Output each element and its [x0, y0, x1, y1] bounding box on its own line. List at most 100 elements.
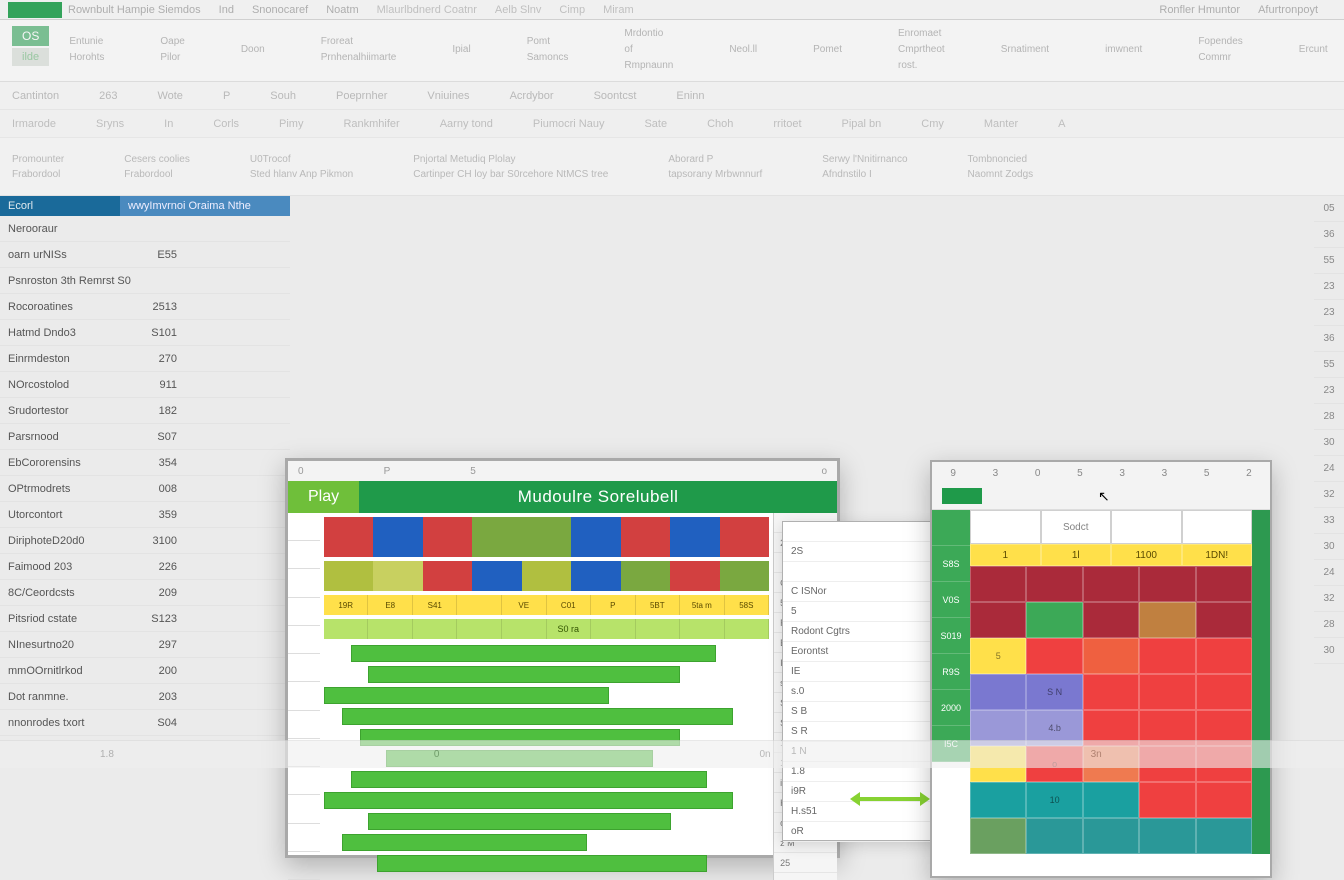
- context-group[interactable]: U0TrocofSted hlanv Anp Pikmon: [250, 154, 353, 180]
- subbar2-item[interactable]: Sate: [644, 118, 667, 130]
- tab-active[interactable]: OS: [12, 26, 49, 46]
- heatmap-cell[interactable]: [970, 674, 1026, 710]
- gantt-bar[interactable]: [351, 645, 716, 662]
- gantt-bar[interactable]: [377, 855, 706, 872]
- subbar-item[interactable]: Poeprnher: [336, 90, 387, 102]
- heatmap-cell[interactable]: [1139, 674, 1195, 710]
- heatmap-cell[interactable]: [1196, 818, 1252, 854]
- heatmap-cell[interactable]: [1139, 818, 1195, 854]
- heatmap-cell[interactable]: [1026, 638, 1082, 674]
- subbar-item[interactable]: Eninn: [676, 90, 704, 102]
- data-row[interactable]: Faimood 203226: [0, 554, 290, 580]
- data-row[interactable]: Hatmd Dndo3S101: [0, 320, 290, 346]
- ribbon-group[interactable]: imwnent: [1105, 26, 1142, 74]
- heatmap-cell[interactable]: [1026, 566, 1082, 602]
- heatmap-window[interactable]: 93053352 ↖ S8SV0SS019R9S2000I5C Sodct11l…: [930, 460, 1272, 878]
- subbar2-item[interactable]: Manter: [984, 118, 1018, 130]
- heatmap-cell[interactable]: [970, 602, 1026, 638]
- heatmap-cell[interactable]: [970, 818, 1026, 854]
- heatmap-cell[interactable]: 5: [970, 638, 1026, 674]
- heatmap-cell[interactable]: [1196, 674, 1252, 710]
- data-row[interactable]: NOrcostolod911: [0, 372, 290, 398]
- subbar2-item[interactable]: Piumocri Nauy: [533, 118, 605, 130]
- heatmap-cell[interactable]: [1083, 602, 1139, 638]
- data-row[interactable]: Pitsriod cstateS123: [0, 606, 290, 632]
- subbar2-item[interactable]: Sryns: [96, 118, 124, 130]
- subbar-item[interactable]: Soontcst: [594, 90, 637, 102]
- context-group[interactable]: Serwy l'NnitirnancoAfndnstilo I: [822, 154, 907, 180]
- heatmap-cell[interactable]: [1083, 638, 1139, 674]
- gantt-bar[interactable]: [368, 813, 671, 830]
- gantt-bar[interactable]: [342, 834, 587, 851]
- heatmap-cell[interactable]: [1196, 602, 1252, 638]
- subbar2-item[interactable]: Aarny tond: [440, 118, 493, 130]
- data-row[interactable]: Rocoroatines2513: [0, 294, 290, 320]
- ribbon-group[interactable]: EnromaetCmprtheot rost.: [898, 26, 945, 74]
- heatmap-cell[interactable]: [970, 782, 1026, 818]
- play-button[interactable]: Play: [288, 481, 359, 513]
- subbar-item[interactable]: 263: [99, 90, 117, 102]
- ribbon-group[interactable]: Neol.ll: [729, 26, 757, 74]
- context-group[interactable]: Aborard Ptapsorany Mrbwnnurf: [668, 154, 762, 180]
- gantt-bar[interactable]: [324, 687, 609, 704]
- heatmap-cell[interactable]: [1139, 566, 1195, 602]
- data-row[interactable]: Nerooraur: [0, 216, 290, 242]
- subbar2-item[interactable]: Rankmhifer: [343, 118, 399, 130]
- subbar-item[interactable]: P: [223, 90, 230, 102]
- heatmap-cell[interactable]: [1026, 602, 1082, 638]
- heatmap-cell[interactable]: [1196, 566, 1252, 602]
- heatmap-cell[interactable]: [1083, 674, 1139, 710]
- subbar-item[interactable]: Acrdybor: [510, 90, 554, 102]
- heatmap-cell[interactable]: [1083, 782, 1139, 818]
- tab-secondary[interactable]: ilde: [12, 48, 49, 66]
- heatmap-cell[interactable]: [1083, 818, 1139, 854]
- ribbon-group[interactable]: Doon: [241, 26, 265, 74]
- subbar2-item[interactable]: Pipal bn: [842, 118, 882, 130]
- ribbon-group[interactable]: PomtSamoncs: [527, 26, 569, 74]
- subbar2-item[interactable]: Choh: [707, 118, 733, 130]
- heatmap-cell[interactable]: S N: [1026, 674, 1082, 710]
- gantt-bar[interactable]: [368, 666, 680, 683]
- data-row[interactable]: NInesurtno20297: [0, 632, 290, 658]
- context-group[interactable]: PromounterFrabordool: [12, 154, 64, 180]
- data-row[interactable]: ParsrnoodS07: [0, 424, 290, 450]
- subbar-item[interactable]: Wote: [157, 90, 182, 102]
- ribbon-group[interactable]: Fopendes Commr: [1198, 26, 1242, 74]
- ribbon-group[interactable]: Srnatiment: [1001, 26, 1049, 74]
- data-row[interactable]: nnonrodes txortS04: [0, 710, 290, 736]
- gantt-bar[interactable]: [351, 771, 707, 788]
- heatmap-cell[interactable]: [1196, 638, 1252, 674]
- data-row[interactable]: Einrmdeston270: [0, 346, 290, 372]
- ribbon-group[interactable]: Mrdontio ofRmpnaunn: [624, 26, 673, 74]
- data-row[interactable]: EbCororensins354: [0, 450, 290, 476]
- heatmap-apply-button[interactable]: [942, 488, 982, 504]
- data-row[interactable]: oarn urNISsE55: [0, 242, 290, 268]
- subbar2-item[interactable]: Cmy: [921, 118, 944, 130]
- data-row[interactable]: Utorcontort359: [0, 502, 290, 528]
- subbar-item[interactable]: Souh: [270, 90, 296, 102]
- ribbon-group[interactable]: Pomet: [813, 26, 842, 74]
- chart-window-left[interactable]: 0P 5o Play Mudoulre Sorelubell 19RE8S41V…: [285, 458, 840, 858]
- ribbon-group[interactable]: OapePilor: [160, 26, 184, 74]
- heatmap-cell[interactable]: [1083, 566, 1139, 602]
- data-row[interactable]: Psnroston 3th Remrst S0: [0, 268, 290, 294]
- gantt-bar[interactable]: [342, 708, 734, 725]
- context-group[interactable]: Cesers cooliesFrabordool: [124, 154, 190, 180]
- heatmap-cell[interactable]: [1196, 782, 1252, 818]
- subbar-item[interactable]: Vniuines: [427, 90, 469, 102]
- subbar2-item[interactable]: Corls: [213, 118, 239, 130]
- data-row[interactable]: Dot ranmne.203: [0, 684, 290, 710]
- subbar2-item[interactable]: rritoet: [773, 118, 801, 130]
- context-group[interactable]: TombnonciedNaomnt Zodgs: [968, 154, 1034, 180]
- data-row[interactable]: Srudortestor182: [0, 398, 290, 424]
- subbar2-item[interactable]: In: [164, 118, 173, 130]
- heatmap-cell[interactable]: [970, 566, 1026, 602]
- subbar-item[interactable]: Cantinton: [12, 90, 59, 102]
- heatmap-cell[interactable]: [1139, 602, 1195, 638]
- ribbon-group[interactable]: Ercunt: [1299, 26, 1328, 74]
- data-row[interactable]: OPtrmodrets008: [0, 476, 290, 502]
- subbar2-item[interactable]: Pimy: [279, 118, 303, 130]
- data-row[interactable]: mmOOrnitlrkod200: [0, 658, 290, 684]
- heatmap-cell[interactable]: [1139, 638, 1195, 674]
- ribbon-group[interactable]: FroreatPrnhenalhiimarte: [321, 26, 397, 74]
